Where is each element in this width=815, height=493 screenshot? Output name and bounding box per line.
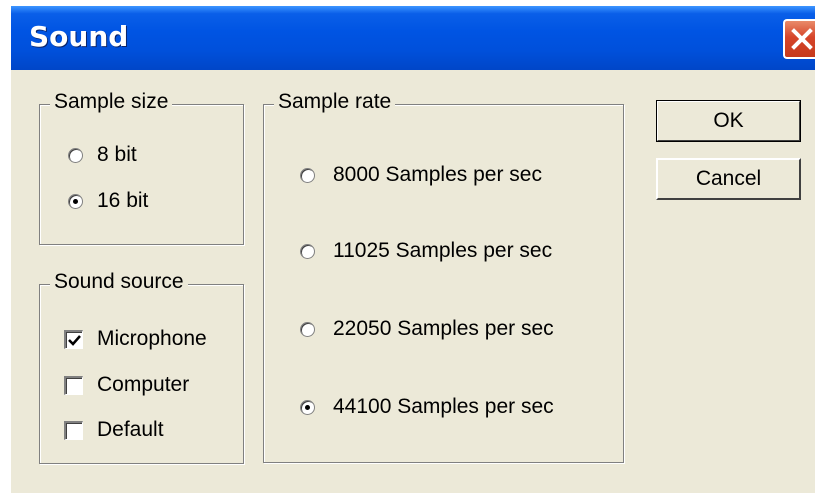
radio-44100-label: 44100 Samples per sec xyxy=(333,395,554,418)
radio-11025-label: 11025 Samples per sec xyxy=(333,239,553,262)
radio-22050-indicator[interactable] xyxy=(300,321,315,337)
radio-8-bit-label: 8 bit xyxy=(97,143,137,166)
sample-size-group: Sample size 8 bit 16 bit xyxy=(39,90,244,245)
radio-16-bit[interactable]: 16 bit xyxy=(68,189,148,213)
computer-checkbox[interactable] xyxy=(64,375,83,395)
ok-button[interactable]: OK xyxy=(656,100,801,142)
radio-44100-indicator[interactable] xyxy=(300,399,315,415)
radio-8000-label: 8000 Samples per sec xyxy=(333,163,542,186)
microphone-checkbox[interactable] xyxy=(64,329,83,349)
close-button[interactable] xyxy=(783,19,815,59)
radio-22050[interactable]: 22050 Samples per sec xyxy=(300,317,554,341)
sound-dialog: Sound Sample size 8 bit 16 bit Sound sou… xyxy=(11,6,815,493)
checkbox-computer[interactable]: Computer xyxy=(64,373,189,397)
checkbox-microphone[interactable]: Microphone xyxy=(64,327,207,351)
title-bar[interactable]: Sound xyxy=(11,6,815,70)
sound-source-group: Sound source Microphone Computer Default xyxy=(39,270,244,464)
radio-22050-label: 22050 Samples per sec xyxy=(333,317,554,340)
checkbox-default-label: Default xyxy=(97,418,164,441)
radio-16-bit-label: 16 bit xyxy=(97,189,149,212)
checkbox-microphone-label: Microphone xyxy=(97,327,207,350)
radio-44100[interactable]: 44100 Samples per sec xyxy=(300,395,554,419)
sample-size-legend: Sample size xyxy=(50,90,173,114)
sample-rate-legend: Sample rate xyxy=(274,90,396,114)
radio-11025[interactable]: 11025 Samples per sec xyxy=(300,239,552,263)
checkbox-default[interactable]: Default xyxy=(64,418,164,442)
radio-16-bit-indicator[interactable] xyxy=(68,193,83,209)
radio-8-bit-indicator[interactable] xyxy=(68,147,83,163)
radio-8000[interactable]: 8000 Samples per sec xyxy=(300,163,542,187)
sound-source-legend: Sound source xyxy=(50,270,188,294)
window-title: Sound xyxy=(29,20,129,53)
cancel-button[interactable]: Cancel xyxy=(656,158,801,200)
radio-11025-indicator[interactable] xyxy=(300,243,315,259)
sample-rate-group: Sample rate 8000 Samples per sec 11025 S… xyxy=(263,90,624,463)
checkbox-computer-label: Computer xyxy=(97,373,190,396)
default-checkbox[interactable] xyxy=(64,420,83,440)
radio-8-bit[interactable]: 8 bit xyxy=(68,143,137,167)
radio-8000-indicator[interactable] xyxy=(300,167,315,183)
